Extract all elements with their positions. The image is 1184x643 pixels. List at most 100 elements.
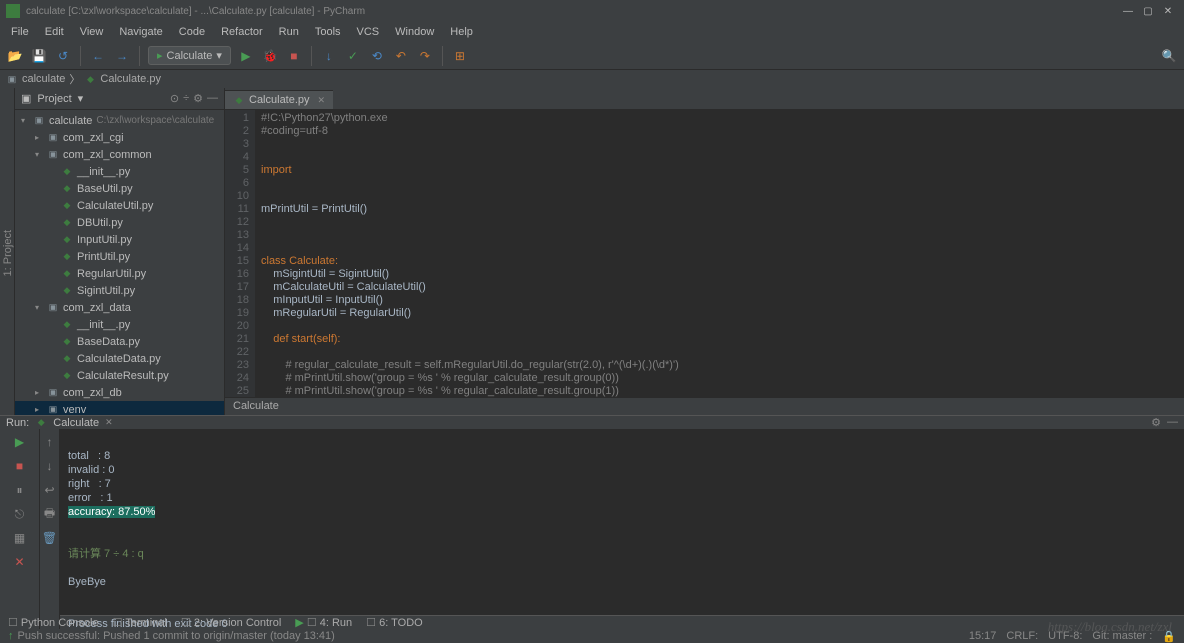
breadcrumb-item[interactable]: calculate [22, 73, 65, 85]
menu-edit[interactable]: Edit [38, 24, 71, 40]
tool-window-todo[interactable]: ☐ 6: TODO [366, 616, 423, 629]
tree-item[interactable]: ◆RegularUtil.py [15, 265, 224, 282]
maximize-button[interactable]: ▢ [1138, 6, 1158, 17]
expand-icon[interactable]: ÷ [183, 92, 189, 105]
tree-path: C:\zxl\workspace\calculate [96, 115, 214, 126]
vcs-revert-icon[interactable]: ↶ [392, 47, 410, 65]
close-tab-icon[interactable]: ✕ [318, 95, 326, 106]
layout-icon[interactable]: ▦ [11, 529, 29, 547]
hide-icon[interactable]: — [207, 92, 218, 105]
menu-navigate[interactable]: Navigate [112, 24, 169, 40]
tool-window-python-console[interactable]: ☐ Python Console [8, 616, 99, 629]
tool-window-terminal[interactable]: ☐ Terminal [113, 616, 167, 629]
chevron-icon[interactable]: ▾ [21, 116, 29, 125]
tree-item[interactable]: ◆BaseUtil.py [15, 180, 224, 197]
project-tree[interactable]: ▾▣calculate C:\zxl\workspace\calculate▸▣… [15, 110, 224, 415]
hide-icon[interactable]: — [1167, 416, 1178, 429]
collapse-icon[interactable]: ⊙ [170, 92, 179, 105]
python-file-icon: ◆ [84, 73, 96, 85]
run-tab-label[interactable]: Calculate [53, 417, 99, 429]
tool-window-run[interactable]: ▶ ☐ 4: Run [295, 616, 352, 629]
settings-gear-icon[interactable]: ⚙ [193, 92, 203, 105]
editor-tab[interactable]: ◆ Calculate.py ✕ [225, 90, 333, 109]
tree-item[interactable]: ▾▣calculate C:\zxl\workspace\calculate [15, 112, 224, 129]
menu-help[interactable]: Help [443, 24, 480, 40]
chevron-icon[interactable]: ▾ [35, 303, 43, 312]
py-icon: ◆ [61, 200, 73, 212]
menu-vcs[interactable]: VCS [350, 24, 387, 40]
vcs-update-icon[interactable]: ↓ [320, 47, 338, 65]
wrap-icon[interactable]: ↩ [41, 481, 59, 499]
close-icon[interactable]: ✕ [11, 553, 29, 571]
down-icon[interactable]: ↓ [41, 457, 59, 475]
chevron-icon[interactable]: ▾ [35, 150, 43, 159]
py-icon: ◆ [61, 285, 73, 297]
menu-view[interactable]: View [73, 24, 111, 40]
settings-gear-icon[interactable]: ⚙ [1151, 416, 1161, 429]
dropdown-icon[interactable]: ▾ [78, 92, 84, 105]
cursor-position[interactable]: 15:17 [969, 630, 997, 643]
menu-code[interactable]: Code [172, 24, 212, 40]
project-tool-tab[interactable]: 1: Project [2, 230, 14, 276]
menu-refactor[interactable]: Refactor [214, 24, 270, 40]
tree-item[interactable]: ▸▣com_zxl_db [15, 384, 224, 401]
tree-item[interactable]: ◆CalculateResult.py [15, 367, 224, 384]
back-icon[interactable]: ← [89, 47, 107, 65]
print-icon[interactable]: 🖶 [41, 505, 59, 523]
tree-item[interactable]: ▸▣com_zxl_cgi [15, 129, 224, 146]
forward-icon[interactable]: → [113, 47, 131, 65]
run-output[interactable]: total : 8invalid : 0right : 7error : 1ac… [60, 429, 1184, 637]
tree-label: com_zxl_cgi [63, 132, 124, 144]
save-icon[interactable]: 💾 [30, 47, 48, 65]
exit-icon[interactable]: ⎋ [11, 505, 29, 523]
minimize-button[interactable]: — [1118, 6, 1138, 17]
project-header-label[interactable]: Project [37, 93, 71, 105]
chevron-icon[interactable]: ▸ [35, 405, 43, 414]
tree-item[interactable]: ◆__init__.py [15, 163, 224, 180]
run-icon[interactable]: ▶ [237, 47, 255, 65]
vcs-push-icon[interactable]: ↷ [416, 47, 434, 65]
code-area[interactable]: #!C:\Python27\python.exe#coding=utf-8 im… [255, 110, 1184, 397]
open-icon[interactable]: 📂 [6, 47, 24, 65]
menu-file[interactable]: File [4, 24, 36, 40]
tree-item[interactable]: ◆CalculateUtil.py [15, 197, 224, 214]
tree-label: com_zxl_data [63, 302, 131, 314]
line-separator[interactable]: CRLF: [1006, 630, 1038, 643]
editor-breadcrumb[interactable]: Calculate [225, 397, 1184, 415]
debug-icon[interactable]: 🐞 [261, 47, 279, 65]
menu-window[interactable]: Window [388, 24, 441, 40]
rerun-icon[interactable]: ▶ [11, 433, 29, 451]
search-icon[interactable]: 🔍 [1160, 47, 1178, 65]
up-icon[interactable]: ↑ [41, 433, 59, 451]
tree-item[interactable]: ◆__init__.py [15, 316, 224, 333]
menu-tools[interactable]: Tools [308, 24, 348, 40]
app-icon [6, 4, 20, 18]
close-button[interactable]: ✕ [1158, 6, 1178, 17]
tree-item[interactable]: ▾▣com_zxl_data [15, 299, 224, 316]
vcs-history-icon[interactable]: ⟲ [368, 47, 386, 65]
tree-item[interactable]: ◆PrintUtil.py [15, 248, 224, 265]
project-panel: ▣ Project ▾ ⊙ ÷ ⚙ — ▾▣calculate C:\zxl\w… [15, 88, 225, 415]
stop-icon[interactable]: ■ [11, 457, 29, 475]
sync-icon[interactable]: ↺ [54, 47, 72, 65]
project-view-icon: ▣ [21, 92, 31, 105]
structure-icon[interactable]: ⊞ [451, 47, 469, 65]
tree-item[interactable]: ▸▣venv [15, 401, 224, 415]
close-icon[interactable]: ✕ [105, 417, 113, 428]
tree-item[interactable]: ◆DBUtil.py [15, 214, 224, 231]
tree-item[interactable]: ◆SigintUtil.py [15, 282, 224, 299]
tree-item[interactable]: ◆InputUtil.py [15, 231, 224, 248]
tree-item[interactable]: ▾▣com_zxl_common [15, 146, 224, 163]
pause-icon[interactable]: ⏸ [11, 481, 29, 499]
stop-icon[interactable]: ■ [285, 47, 303, 65]
run-config-selector[interactable]: ▸ Calculate ▾ [148, 46, 231, 65]
trash-icon[interactable]: 🗑 [41, 529, 59, 547]
tree-item[interactable]: ◆BaseData.py [15, 333, 224, 350]
tool-window-version-control[interactable]: ☐ 2: Version Control [181, 616, 281, 629]
breadcrumb-item[interactable]: Calculate.py [100, 73, 161, 85]
vcs-commit-icon[interactable]: ✓ [344, 47, 362, 65]
menu-run[interactable]: Run [272, 24, 306, 40]
chevron-icon[interactable]: ▸ [35, 388, 43, 397]
chevron-icon[interactable]: ▸ [35, 133, 43, 142]
tree-item[interactable]: ◆CalculateData.py [15, 350, 224, 367]
